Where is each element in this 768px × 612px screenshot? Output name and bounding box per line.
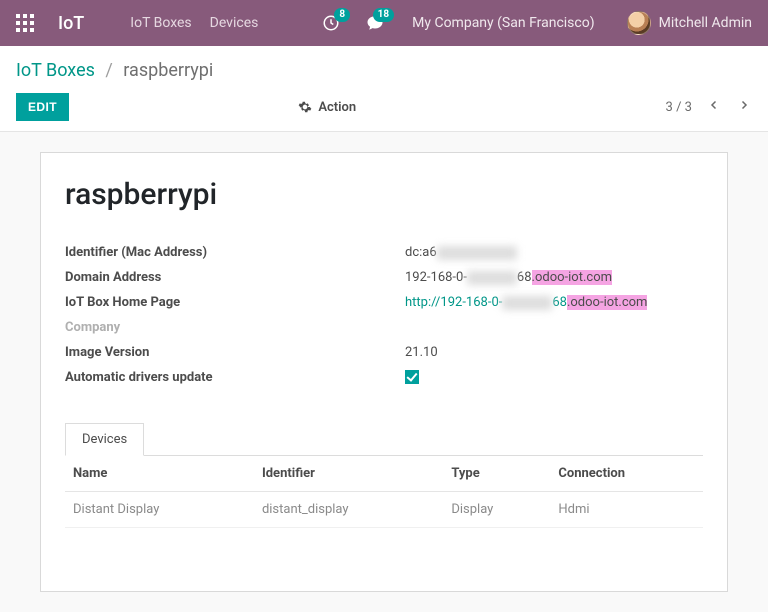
breadcrumb-sep: / — [105, 60, 112, 81]
cell-name: Distant Display — [65, 492, 254, 528]
devices-table: Name Identifier Type Connection Distant … — [65, 456, 703, 528]
record-title: raspberrypi — [65, 177, 703, 212]
sheet-wrap: raspberrypi Identifier (Mac Address) dc:… — [0, 132, 768, 612]
col-type[interactable]: Type — [443, 456, 550, 492]
tabs: Devices — [65, 423, 703, 456]
gear-icon — [298, 100, 312, 114]
row-auto-drivers: Automatic drivers update — [65, 365, 703, 393]
user-name: Mitchell Admin — [659, 15, 752, 31]
action-label: Action — [318, 100, 356, 115]
label-homepage: IoT Box Home Page — [65, 295, 405, 310]
label-domain: Domain Address — [65, 270, 405, 285]
breadcrumb-current: raspberrypi — [123, 60, 213, 81]
value-auto-drivers — [405, 370, 419, 388]
label-auto-drivers: Automatic drivers update — [65, 370, 405, 385]
apps-icon[interactable] — [16, 14, 34, 32]
action-dropdown[interactable]: Action — [298, 100, 356, 115]
activities-count: 8 — [334, 8, 350, 22]
avatar — [627, 11, 651, 35]
cell-identifier: distant_display — [254, 492, 443, 528]
topbar: IoT IoT Boxes Devices 8 18 My Company (S… — [0, 0, 768, 46]
pager[interactable]: 3 / 3 — [666, 100, 692, 115]
col-name[interactable]: Name — [65, 456, 254, 492]
row-identifier: Identifier (Mac Address) dc:a6 — [65, 240, 703, 265]
col-connection[interactable]: Connection — [550, 456, 703, 492]
value-identifier: dc:a6 — [405, 245, 517, 260]
messages-button[interactable]: 18 — [366, 14, 384, 32]
col-identifier[interactable]: Identifier — [254, 456, 443, 492]
table-header-row: Name Identifier Type Connection — [65, 456, 703, 492]
pager-next-button[interactable] — [736, 97, 752, 117]
cell-connection: Hdmi — [550, 492, 703, 528]
auto-drivers-checkbox[interactable] — [405, 370, 419, 384]
activities-button[interactable]: 8 — [322, 14, 340, 32]
company-switcher[interactable]: My Company (San Francisco) — [412, 15, 594, 31]
label-image-version: Image Version — [65, 345, 405, 360]
row-homepage: IoT Box Home Page http://192-168-0-68.od… — [65, 290, 703, 315]
nav-links: IoT Boxes Devices — [130, 15, 258, 31]
value-domain: 192-168-0-68.odoo-iot.com — [405, 270, 612, 285]
nav-devices[interactable]: Devices — [210, 15, 259, 31]
form-sheet: raspberrypi Identifier (Mac Address) dc:… — [40, 152, 728, 592]
messages-count: 18 — [373, 8, 394, 22]
label-identifier: Identifier (Mac Address) — [65, 245, 405, 260]
cell-type: Display — [443, 492, 550, 528]
label-company: Company — [65, 320, 405, 335]
user-menu[interactable]: Mitchell Admin — [627, 11, 752, 35]
value-image-version: 21.10 — [405, 345, 438, 360]
tab-devices[interactable]: Devices — [65, 423, 144, 456]
edit-button[interactable]: EDIT — [16, 93, 69, 121]
table-row[interactable]: Distant Display distant_display Display … — [65, 492, 703, 528]
pager-prev-button[interactable] — [706, 97, 722, 117]
nav-iot-boxes[interactable]: IoT Boxes — [130, 15, 191, 31]
row-image-version: Image Version 21.10 — [65, 340, 703, 365]
breadcrumb-parent[interactable]: IoT Boxes — [16, 60, 95, 81]
control-bar: IoT Boxes / raspberrypi EDIT Action 3 / … — [0, 46, 768, 132]
row-domain: Domain Address 192-168-0-68.odoo-iot.com — [65, 265, 703, 290]
value-homepage[interactable]: http://192-168-0-68.odoo-iot.com — [405, 295, 647, 310]
app-title[interactable]: IoT — [58, 13, 84, 34]
breadcrumb: IoT Boxes / raspberrypi — [16, 60, 752, 81]
row-company: Company — [65, 315, 703, 340]
